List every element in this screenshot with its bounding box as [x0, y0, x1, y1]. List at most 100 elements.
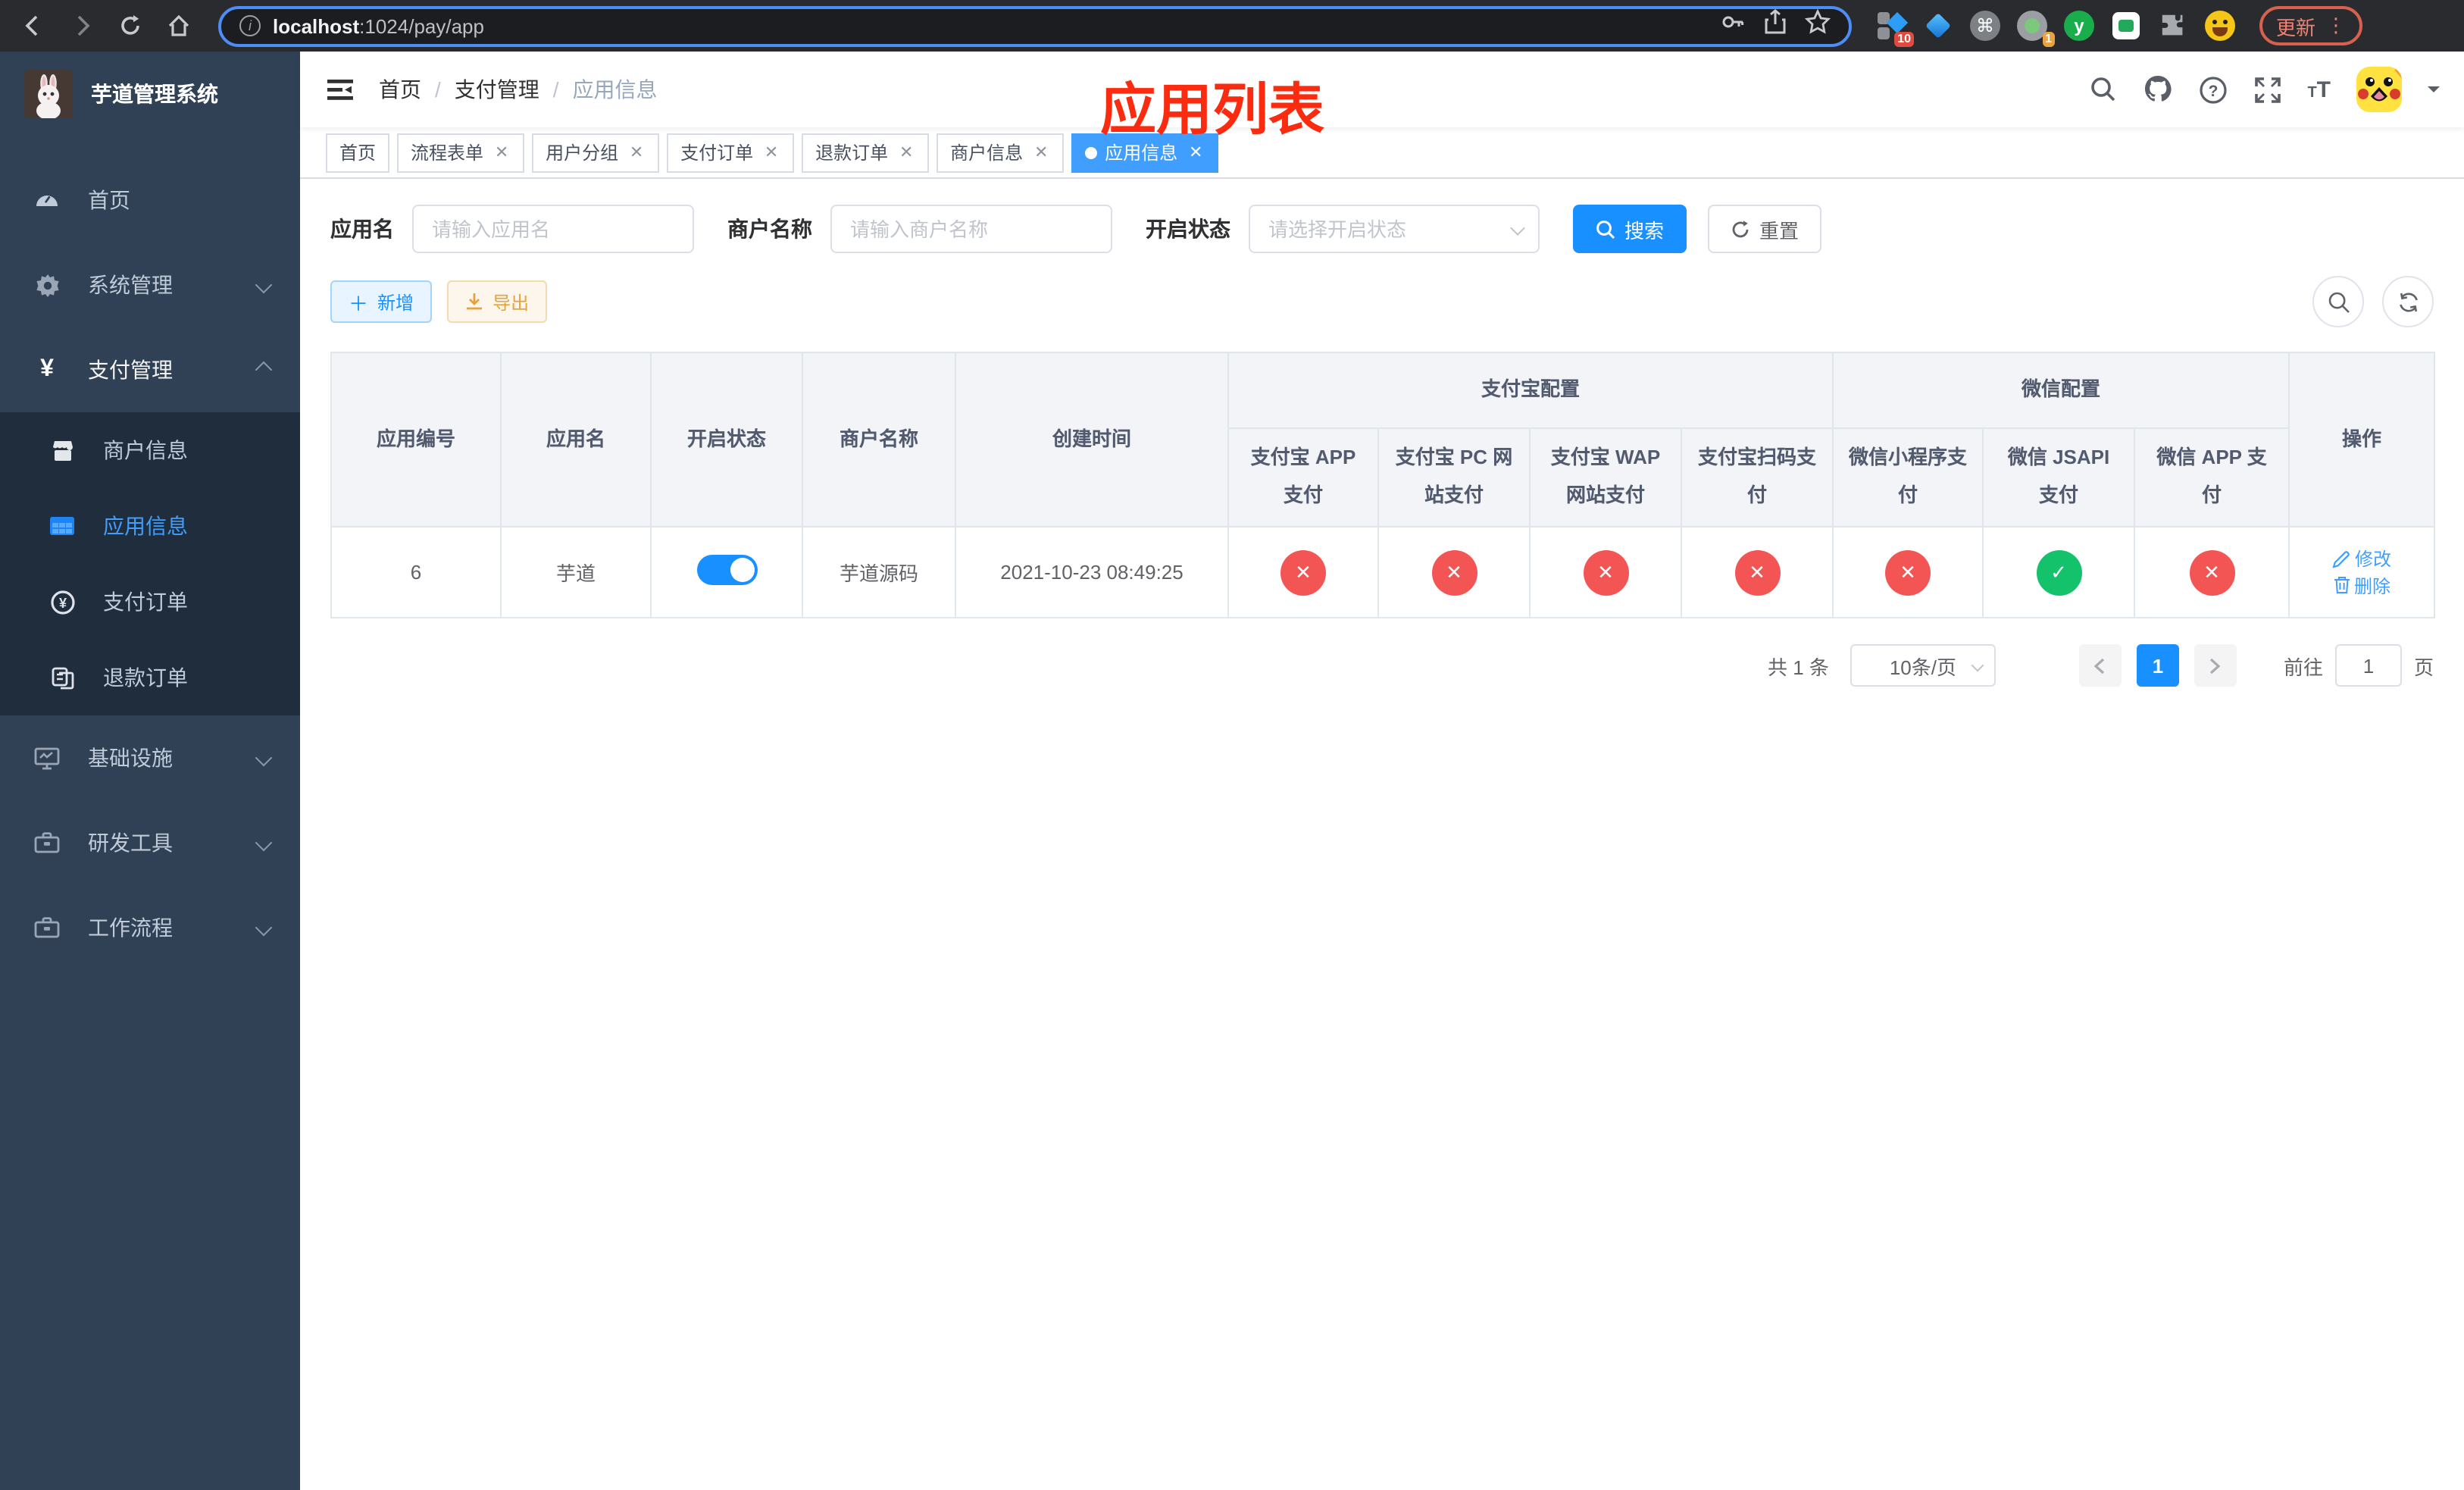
tab-close-icon[interactable]: ✕: [897, 143, 915, 162]
next-page-button[interactable]: [2194, 644, 2237, 687]
url-bar[interactable]: i localhost:1024/pay/app: [218, 5, 1852, 46]
col-app-id: 应用编号: [330, 352, 502, 527]
chevron-down-icon: [255, 834, 273, 852]
tab-close-icon[interactable]: ✕: [762, 143, 780, 162]
delete-link[interactable]: 删除: [2333, 572, 2391, 598]
breadcrumb-home[interactable]: 首页: [379, 74, 421, 105]
breadcrumb-payment[interactable]: 支付管理: [455, 74, 539, 105]
browser-reload-icon[interactable]: [112, 8, 149, 44]
alipay-wap-status-icon: ✕: [1583, 549, 1628, 595]
sidebar-item-label: 系统管理: [88, 273, 173, 297]
add-button[interactable]: ＋ 新增: [330, 280, 433, 323]
cell-actions: 修改 删除: [2288, 526, 2436, 618]
gear-icon: [30, 272, 64, 298]
sidebar-item-app-info[interactable]: 应用信息: [0, 488, 300, 564]
sidebar-item-merchant-info[interactable]: 商户信息: [0, 412, 300, 488]
bookmark-star-icon[interactable]: [1804, 8, 1831, 42]
toggle-search-button[interactable]: [2312, 276, 2364, 327]
sidebar-logo-row[interactable]: 芋道管理系统: [0, 52, 300, 136]
tab-close-icon[interactable]: ✕: [1187, 143, 1205, 162]
search-button[interactable]: 搜索: [1573, 205, 1687, 253]
wechat-mini-status-icon: ✕: [1885, 549, 1931, 595]
sidebar-item-label: 退款订单: [103, 665, 188, 690]
avatar-caret-icon[interactable]: [2428, 86, 2440, 99]
col-alipay-pc: 支付宝 PC 网站支付: [1377, 427, 1531, 527]
sidebar-item-workflow[interactable]: 工作流程: [0, 885, 300, 970]
header-search-icon[interactable]: [2089, 76, 2116, 103]
github-icon[interactable]: [2142, 74, 2172, 105]
extension-command-icon[interactable]: ⌘: [1970, 11, 2000, 41]
extension-badge: 10: [1894, 32, 1914, 47]
cell-app-name: 芋道: [500, 526, 652, 618]
app-name-label: 应用名: [330, 217, 394, 241]
extension-y-icon[interactable]: y: [2064, 11, 2094, 41]
user-avatar[interactable]: [2356, 67, 2402, 112]
tab-user-group[interactable]: 用户分组 ✕: [532, 133, 660, 172]
sidebar-item-home[interactable]: 首页: [0, 158, 300, 243]
col-app-name: 应用名: [500, 352, 652, 527]
merchant-name-input[interactable]: [830, 205, 1112, 253]
col-status: 开启状态: [650, 352, 803, 527]
enabled-toggle[interactable]: [696, 555, 757, 585]
sidebar-item-label: 商户信息: [103, 438, 188, 462]
toolbox-icon: [30, 831, 64, 855]
table-row: 6 芋道 芋道源码 2021-10-23 08:49:25 ✕ ✕ ✕ ✕ ✕: [330, 526, 2436, 618]
tab-process-form[interactable]: 流程表单 ✕: [397, 133, 525, 172]
edit-link[interactable]: 修改: [2332, 546, 2391, 571]
sidebar-item-system[interactable]: 系统管理: [0, 243, 300, 327]
col-wechat-jsapi: 微信 JSAPI 支付: [1982, 427, 2136, 527]
current-page-button[interactable]: 1: [2136, 644, 2179, 687]
tab-pay-order[interactable]: 支付订单 ✕: [667, 133, 795, 172]
status-select[interactable]: [1249, 205, 1540, 253]
app-logo: [24, 70, 73, 118]
sidebar-item-infra[interactable]: 基础设施: [0, 715, 300, 800]
sidebar-item-refund-order[interactable]: 退款订单: [0, 640, 300, 715]
svg-text:?: ?: [2208, 82, 2218, 99]
tab-close-icon[interactable]: ✕: [492, 143, 511, 162]
extensions-puzzle-icon[interactable]: [2158, 11, 2188, 41]
tab-home[interactable]: 首页: [326, 133, 390, 172]
site-info-icon[interactable]: i: [239, 15, 261, 36]
prev-page-button[interactable]: [2078, 644, 2122, 687]
tab-close-icon[interactable]: ✕: [627, 143, 646, 162]
share-icon[interactable]: [1764, 9, 1787, 42]
sidebar-collapse-icon[interactable]: [326, 77, 355, 102]
sidebar-item-label: 工作流程: [88, 916, 173, 940]
browser-forward-icon[interactable]: [64, 8, 100, 44]
tab-merchant-info[interactable]: 商户信息 ✕: [937, 133, 1065, 172]
dashboard-icon: [30, 186, 64, 214]
page-size-select[interactable]: 10条/页: [1850, 644, 1996, 687]
sidebar-item-devtools[interactable]: 研发工具: [0, 800, 300, 885]
tab-close-icon[interactable]: ✕: [1032, 143, 1050, 162]
col-created-at: 创建时间: [955, 352, 1229, 527]
active-tab-dot: [1085, 146, 1098, 158]
extension-blocks-icon[interactable]: 10: [1876, 11, 1914, 47]
goto-page-input[interactable]: [2334, 644, 2402, 687]
export-button[interactable]: 导出: [447, 280, 548, 323]
font-size-icon[interactable]: TT: [2307, 77, 2331, 102]
reset-button[interactable]: 重置: [1708, 205, 1822, 253]
tab-refund-order[interactable]: 退款订单 ✕: [802, 133, 930, 172]
browser-back-icon[interactable]: [15, 8, 52, 44]
help-icon[interactable]: ?: [2198, 75, 2227, 104]
refresh-button[interactable]: [2382, 276, 2434, 327]
password-key-icon[interactable]: [1720, 9, 1746, 42]
sidebar-item-label: 支付订单: [103, 590, 188, 614]
wechat-app-status-icon: ✕: [2189, 549, 2235, 595]
alipay-qr-status-icon: ✕: [1734, 549, 1780, 595]
extension-kite-icon[interactable]: [1923, 11, 1953, 41]
extension-chat-icon[interactable]: [2111, 11, 2141, 41]
browser-update-button[interactable]: 更新 ⋮: [2259, 6, 2363, 45]
extension-recorder-icon[interactable]: 1: [2017, 11, 2055, 47]
browser-menu-icon[interactable]: ⋮: [2326, 14, 2346, 38]
pagination: 共 1 条 10条/页 1 前往 页: [330, 644, 2434, 687]
sidebar-item-pay-order[interactable]: ¥ 支付订单: [0, 564, 300, 640]
browser-home-icon[interactable]: [161, 8, 197, 44]
app-name-input[interactable]: [412, 205, 694, 253]
sidebar-item-payment[interactable]: ¥ 支付管理: [0, 327, 300, 412]
extension-badge: 1: [2042, 32, 2055, 47]
fullscreen-icon[interactable]: [2253, 75, 2281, 104]
profile-avatar-icon[interactable]: [2205, 11, 2235, 41]
col-alipay-app: 支付宝 APP 支付: [1227, 427, 1379, 527]
app-table: 应用编号 应用名 开启状态 商户名称 创建时间 支付宝配置 微信配置 操作 支付…: [330, 352, 2436, 618]
